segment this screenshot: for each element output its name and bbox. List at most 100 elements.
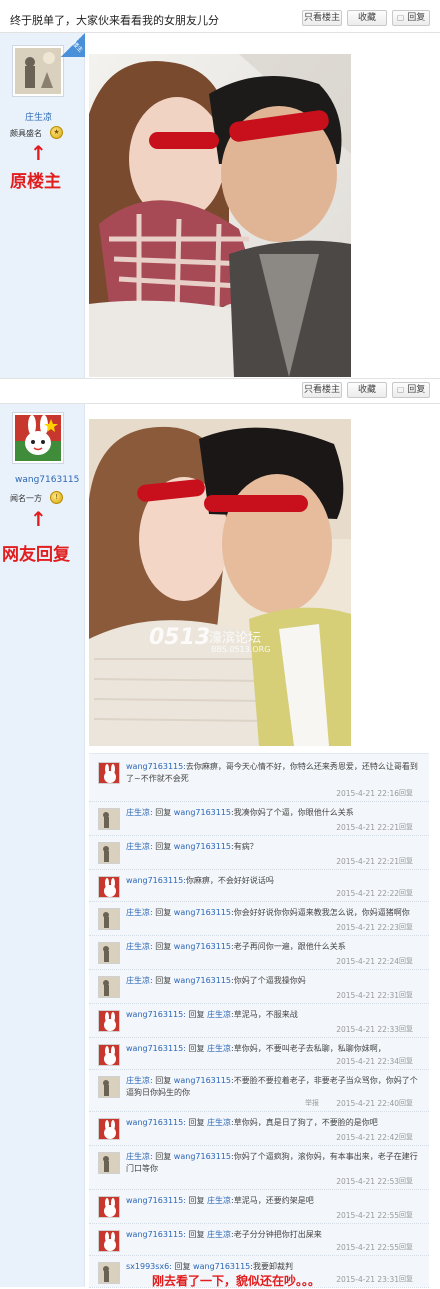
- reply-to-username[interactable]: wang7163115: [174, 808, 231, 817]
- reply-to-username[interactable]: 庄生凉: [207, 1196, 231, 1205]
- reply-to-username[interactable]: 庄生凉: [207, 1230, 231, 1239]
- comment-username[interactable]: 庄生凉:: [126, 1076, 153, 1085]
- comment-date: 2015-4-21 22:23: [336, 923, 399, 932]
- comment-username[interactable]: sx1993sx6:: [126, 1262, 172, 1271]
- comment-reply-link[interactable]: 回复: [399, 1242, 413, 1252]
- commenter-avatar[interactable]: [98, 762, 120, 784]
- comment-reply-link[interactable]: 回复: [399, 1024, 413, 1034]
- commenter-avatar[interactable]: [98, 842, 120, 864]
- comment-reply-link[interactable]: 回复: [399, 956, 413, 966]
- comment-text: wang7163115: 回复 庄生凉:草你妈，不要叫老子去私聊，私聊你妹啊，: [126, 1043, 418, 1055]
- comment-username[interactable]: 庄生凉:: [126, 842, 153, 851]
- comment-username[interactable]: wang7163115:: [126, 1196, 186, 1205]
- commenter-avatar[interactable]: [98, 1196, 120, 1218]
- rabbit-avatar-icon: [99, 1231, 119, 1251]
- favorite-button[interactable]: 收藏: [347, 382, 387, 398]
- comment-date: 2015-4-21 22:16: [336, 789, 399, 798]
- reply-to-username[interactable]: wang7163115: [174, 942, 231, 951]
- comment-item: 庄生凉: 回复 wang7163115:老子再问你一遍，跟他什么关系 2015-4…: [89, 936, 429, 970]
- commenter-avatar[interactable]: [98, 1230, 120, 1252]
- comment-date: 2015-4-21 22:33: [336, 1025, 399, 1034]
- comment-item: 庄生凉: 回复 wang7163115:我凑你妈了个逼，你眼他什么关系 2015-…: [89, 802, 429, 836]
- avatar-image-icon: [99, 809, 119, 829]
- author-name[interactable]: 庄生凉: [25, 110, 52, 123]
- commenter-avatar[interactable]: [98, 1262, 120, 1284]
- comment-username[interactable]: wang7163115:: [126, 876, 186, 885]
- reply-word: 回复: [185, 1230, 208, 1239]
- only-op-button[interactable]: 只看楼主: [302, 10, 342, 26]
- reply-label: 回复: [407, 13, 426, 23]
- reply-to-username[interactable]: 庄生凉: [207, 1044, 231, 1053]
- comment-reply-link[interactable]: 回复: [399, 1210, 413, 1220]
- reply-to-username[interactable]: wang7163115: [174, 1152, 231, 1161]
- comment-reply-link[interactable]: 回复: [399, 1274, 413, 1284]
- post-photo-2[interactable]: 0513 濠滨论坛 BBS.0513.ORG: [89, 419, 351, 746]
- favorite-button[interactable]: 收藏: [347, 10, 387, 26]
- comment-username[interactable]: wang7163115:: [126, 1010, 186, 1019]
- avatar-image-icon: [99, 909, 119, 929]
- medal-icon: ★: [50, 126, 63, 139]
- commenter-avatar[interactable]: [98, 942, 120, 964]
- commenter-avatar[interactable]: [98, 1044, 120, 1066]
- avatar[interactable]: [12, 45, 64, 97]
- author-name[interactable]: wang7163115: [15, 475, 79, 485]
- watermark-url: BBS.0513.ORG: [211, 645, 271, 654]
- comment-date: 2015-4-21 22:22: [336, 889, 399, 898]
- comment-username[interactable]: 庄生凉:: [126, 1152, 153, 1161]
- comment-username[interactable]: wang7163115:: [126, 762, 186, 771]
- comment-reply-link[interactable]: 回复: [399, 788, 413, 798]
- post-photo-1[interactable]: [89, 54, 351, 377]
- comment-reply-link[interactable]: 回复: [399, 856, 413, 866]
- reply-word: 回复: [152, 1076, 174, 1085]
- comment-reply-link[interactable]: 回复: [399, 822, 413, 832]
- reply-to-username[interactable]: wang7163115: [193, 1262, 250, 1271]
- commenter-avatar[interactable]: [98, 1010, 120, 1032]
- commenter-avatar[interactable]: [98, 1076, 120, 1098]
- comment-username[interactable]: 庄生凉:: [126, 808, 153, 817]
- comment-reply-link[interactable]: 回复: [399, 990, 413, 1000]
- comment-reply-link[interactable]: 回复: [399, 1056, 413, 1066]
- reply-to-username[interactable]: wang7163115: [174, 1076, 231, 1085]
- comment-item: wang7163115:你麻痹，不会好好说话吗 2015-4-21 22:22 回复: [89, 870, 429, 902]
- report-link[interactable]: 举报: [305, 1098, 319, 1108]
- rabbit-avatar-icon: [99, 1119, 119, 1139]
- avatar-image-icon: [99, 1263, 119, 1283]
- op-badge-label: 楼主: [70, 40, 85, 54]
- comment-body: :草你妈，真是日了狗了，不要脸的是你吧: [231, 1118, 378, 1127]
- commenter-avatar[interactable]: [98, 976, 120, 998]
- comment-item: wang7163115: 回复 庄生凉:草你妈，真是日了狗了，不要脸的是你吧 20…: [89, 1112, 429, 1146]
- reply-button[interactable]: ▢ 回复: [392, 10, 430, 26]
- commenter-avatar[interactable]: [98, 1152, 120, 1174]
- reply-to-username[interactable]: wang7163115: [174, 976, 231, 985]
- comment-reply-link[interactable]: 回复: [399, 888, 413, 898]
- reply-to-username[interactable]: wang7163115: [174, 842, 231, 851]
- comment-text: wang7163115: 回复 庄生凉:草泥马，还要约架是吧: [126, 1195, 418, 1207]
- only-op-button[interactable]: 只看楼主: [302, 382, 342, 398]
- avatar[interactable]: [12, 412, 64, 464]
- reply-to-username[interactable]: 庄生凉: [207, 1010, 231, 1019]
- comment-reply-link[interactable]: 回复: [399, 1132, 413, 1142]
- up-arrow-icon: ↑: [30, 507, 47, 531]
- commenter-avatar[interactable]: [98, 808, 120, 830]
- comment-username[interactable]: 庄生凉:: [126, 976, 153, 985]
- commenter-avatar[interactable]: [98, 876, 120, 898]
- rabbit-avatar-icon: [99, 1011, 119, 1031]
- reply-button[interactable]: ▢ 回复: [392, 382, 430, 398]
- comment-reply-link[interactable]: 回复: [399, 922, 413, 932]
- comment-username[interactable]: wang7163115:: [126, 1230, 186, 1239]
- comment-reply-link[interactable]: 回复: [399, 1098, 413, 1108]
- comment-reply-link[interactable]: 回复: [399, 1176, 413, 1186]
- comment-username[interactable]: 庄生凉:: [126, 908, 153, 917]
- commenter-avatar[interactable]: [98, 1118, 120, 1140]
- rabbit-avatar-icon: [99, 877, 119, 897]
- comment-item: wang7163115: 回复 庄生凉:老子分分钟把你打出屎来 2015-4-21…: [89, 1224, 429, 1256]
- comment-username[interactable]: 庄生凉:: [126, 942, 153, 951]
- reply-to-username[interactable]: wang7163115: [174, 908, 231, 917]
- comment-username[interactable]: wang7163115:: [126, 1118, 186, 1127]
- reply-word: 回复: [185, 1044, 208, 1053]
- commenter-avatar[interactable]: [98, 908, 120, 930]
- reply-to-username[interactable]: 庄生凉: [207, 1118, 231, 1127]
- op-corner-badge: 楼主: [61, 33, 85, 57]
- comment-username[interactable]: wang7163115:: [126, 1044, 186, 1053]
- avatar-image-icon: [99, 1077, 119, 1097]
